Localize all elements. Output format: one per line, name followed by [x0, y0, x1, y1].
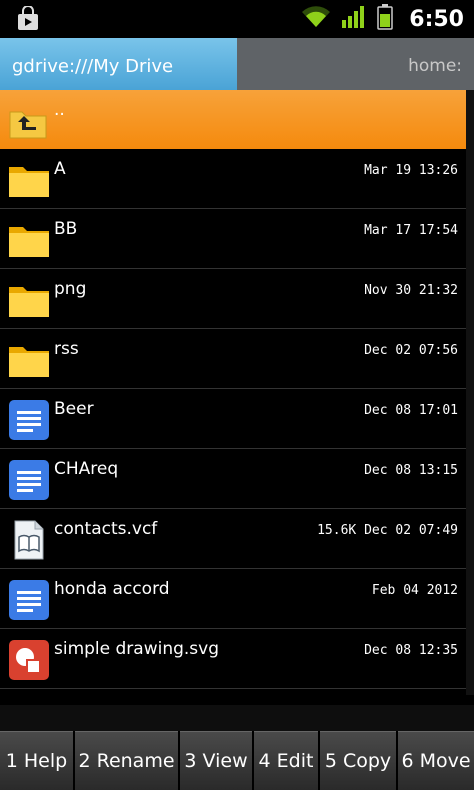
- clock: 6:50: [409, 6, 464, 32]
- wifi-icon: [301, 5, 331, 33]
- file-name: contacts.vcf: [54, 519, 158, 539]
- file-meta: 15.6K Dec 02 07:49: [317, 523, 458, 538]
- list-item[interactable]: rss Dec 02 07:56: [0, 329, 466, 389]
- list-item[interactable]: honda accord Feb 04 2012: [0, 569, 466, 629]
- file-name: simple drawing.svg: [54, 639, 220, 659]
- list-item[interactable]: Beer Dec 08 17:01: [0, 389, 466, 449]
- file-name: ..: [54, 100, 65, 120]
- signal-icon: [341, 5, 367, 33]
- file-meta: Dec 08 17:01: [364, 403, 458, 418]
- drawing-icon: [8, 639, 50, 681]
- list-item[interactable]: png Nov 30 21:32: [0, 269, 466, 329]
- parent-folder-icon: [8, 100, 50, 142]
- list-item[interactable]: CHAreq Dec 08 13:15: [0, 449, 466, 509]
- folder-icon: [8, 279, 50, 321]
- folder-icon: [8, 219, 50, 261]
- store-icon: [16, 5, 40, 36]
- battery-icon: [377, 4, 394, 34]
- scrollbar-track[interactable]: [466, 90, 474, 695]
- file-name: BB: [54, 219, 78, 239]
- file-meta: Mar 19 13:26: [364, 163, 458, 178]
- file-meta: Mar 17 17:54: [364, 223, 458, 238]
- copy-button[interactable]: 5 Copy: [320, 731, 396, 790]
- list-item[interactable]: A Mar 19 13:26: [0, 149, 466, 209]
- file-name: honda accord: [54, 579, 170, 599]
- doc-icon: [8, 579, 50, 621]
- folder-icon: [8, 339, 50, 381]
- file-meta: Dec 08 13:15: [364, 463, 458, 478]
- doc-icon: [8, 399, 50, 441]
- status-bar: 6:50: [0, 0, 474, 38]
- file-meta: Dec 08 12:35: [364, 643, 458, 658]
- list-item[interactable]: simple drawing.svg Dec 08 12:35: [0, 629, 466, 689]
- file-list: .. A Mar 19 13:26 BB Mar 17 17:54 png No…: [0, 90, 466, 689]
- file-meta: Nov 30 21:32: [364, 283, 458, 298]
- list-item[interactable]: BB Mar 17 17:54: [0, 209, 466, 269]
- edit-button[interactable]: 4 Edit: [254, 731, 318, 790]
- tab-gdrive[interactable]: gdrive:///My Drive: [0, 38, 237, 90]
- view-button[interactable]: 3 View: [180, 731, 252, 790]
- rename-button[interactable]: 2 Rename: [75, 731, 178, 790]
- file-name: CHAreq: [54, 459, 119, 479]
- folder-icon: [8, 159, 50, 201]
- path-tabs: gdrive:///My Drive home:: [0, 38, 474, 90]
- list-item-parent[interactable]: ..: [0, 90, 466, 149]
- move-button[interactable]: 6 Move: [398, 731, 474, 790]
- function-key-bar: 1 Help 2 Rename 3 View 4 Edit 5 Copy 6 M…: [0, 731, 474, 790]
- bottom-spacer: [0, 705, 474, 731]
- file-name: A: [54, 159, 66, 179]
- file-name: png: [54, 279, 87, 299]
- file-meta: Dec 02 07:56: [364, 343, 458, 358]
- file-name: rss: [54, 339, 79, 359]
- doc-icon: [8, 459, 50, 501]
- file-meta: Feb 04 2012: [371, 583, 458, 598]
- help-button[interactable]: 1 Help: [0, 731, 73, 790]
- list-item[interactable]: contacts.vcf 15.6K Dec 02 07:49: [0, 509, 466, 569]
- file-name: Beer: [54, 399, 94, 419]
- tab-home[interactable]: home:: [237, 38, 474, 90]
- vcard-icon: [8, 519, 50, 561]
